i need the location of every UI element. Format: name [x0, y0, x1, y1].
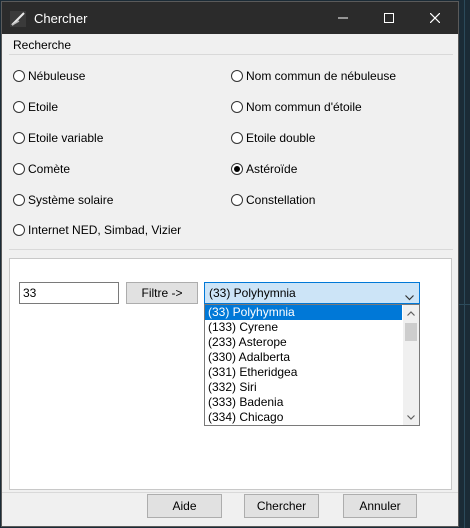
radio-circle[interactable] — [231, 101, 243, 113]
dropdown-items: (33) Polyhymnia (133) Cyrene (233) Aster… — [205, 305, 402, 425]
list-item[interactable]: (233) Asterope — [205, 335, 402, 350]
combobox-value: (33) Polyhymnia — [209, 286, 296, 300]
radio-circle[interactable] — [231, 194, 243, 206]
asteroid-combobox[interactable]: (33) Polyhymnia — [204, 282, 420, 304]
list-item[interactable]: (33) Polyhymnia — [205, 305, 402, 320]
chevron-down-icon[interactable] — [403, 409, 419, 425]
maximize-icon[interactable] — [366, 2, 412, 34]
help-button[interactable]: Aide — [147, 494, 222, 518]
scrollbar-thumb[interactable] — [405, 323, 417, 341]
asteroid-dropdown-list[interactable]: (33) Polyhymnia (133) Cyrene (233) Aster… — [204, 304, 420, 426]
list-item[interactable]: (333) Badenia — [205, 395, 402, 410]
radio-circle[interactable] — [231, 132, 243, 144]
desktop-backdrop-line — [458, 304, 470, 305]
radio-label: Nébuleuse — [28, 69, 86, 83]
search-group-label: Recherche — [13, 38, 72, 52]
radio-star[interactable]: Etoile — [13, 99, 58, 115]
radio-asteroid[interactable]: Astéroïde — [231, 161, 297, 177]
list-item[interactable]: (133) Cyrene — [205, 320, 402, 335]
search-input[interactable]: 33 — [19, 282, 119, 304]
radio-circle-checked[interactable] — [231, 163, 243, 175]
radio-circle[interactable] — [13, 70, 25, 82]
radio-circle[interactable] — [13, 132, 25, 144]
radio-label: Internet NED, Simbad, Vizier — [28, 223, 182, 237]
radio-label: Astéroïde — [246, 162, 298, 176]
radio-circle[interactable] — [13, 194, 25, 206]
chevron-down-icon[interactable] — [405, 290, 414, 304]
minimize-icon[interactable] — [320, 2, 366, 34]
cancel-button[interactable]: Annuler — [343, 494, 417, 518]
list-item[interactable]: (334) Chicago — [205, 410, 402, 425]
radio-label: Système solaire — [28, 193, 114, 207]
radio-nebula[interactable]: Nébuleuse — [13, 68, 85, 84]
search-button[interactable]: Chercher — [244, 494, 319, 518]
radio-label: Etoile — [28, 100, 59, 114]
title-bar[interactable]: Chercher — [2, 2, 458, 34]
radio-circle[interactable] — [13, 101, 25, 113]
radio-comet[interactable]: Comète — [13, 161, 70, 177]
radio-circle[interactable] — [231, 70, 243, 82]
vertical-scrollbar[interactable] — [403, 305, 419, 425]
radio-star-common-name[interactable]: Nom commun d'étoile — [231, 99, 362, 115]
radio-label: Constellation — [246, 193, 316, 207]
radio-solar-system[interactable]: Système solaire — [13, 192, 113, 208]
search-dialog: Chercher Recherche Nébuleuse Nom commun … — [1, 1, 459, 527]
app-icon — [10, 11, 26, 27]
radio-label: Nom commun d'étoile — [246, 100, 362, 114]
close-icon[interactable] — [412, 2, 458, 34]
radio-double-star[interactable]: Etoile double — [231, 130, 315, 146]
list-item[interactable]: (330) Adalberta — [205, 350, 402, 365]
radio-label: Etoile variable — [28, 131, 104, 145]
list-item[interactable]: (332) Siri — [205, 380, 402, 395]
radio-label: Nom commun de nébuleuse — [246, 69, 397, 83]
filter-button[interactable]: Filtre -> — [126, 282, 198, 304]
radio-nebula-common-name[interactable]: Nom commun de nébuleuse — [231, 68, 396, 84]
radio-internet-ned[interactable]: Internet NED, Simbad, Vizier — [13, 222, 181, 238]
radio-label: Etoile double — [246, 131, 316, 145]
desktop-backdrop-line — [464, 0, 465, 528]
chevron-up-icon[interactable] — [403, 305, 419, 321]
radio-circle[interactable] — [13, 163, 25, 175]
radio-variable-star[interactable]: Etoile variable — [13, 130, 103, 146]
list-item[interactable]: (331) Etheridgea — [205, 365, 402, 380]
radio-constellation[interactable]: Constellation — [231, 192, 315, 208]
radio-circle[interactable] — [13, 224, 25, 236]
window-title: Chercher — [34, 11, 88, 26]
radio-label: Comète — [28, 162, 71, 176]
